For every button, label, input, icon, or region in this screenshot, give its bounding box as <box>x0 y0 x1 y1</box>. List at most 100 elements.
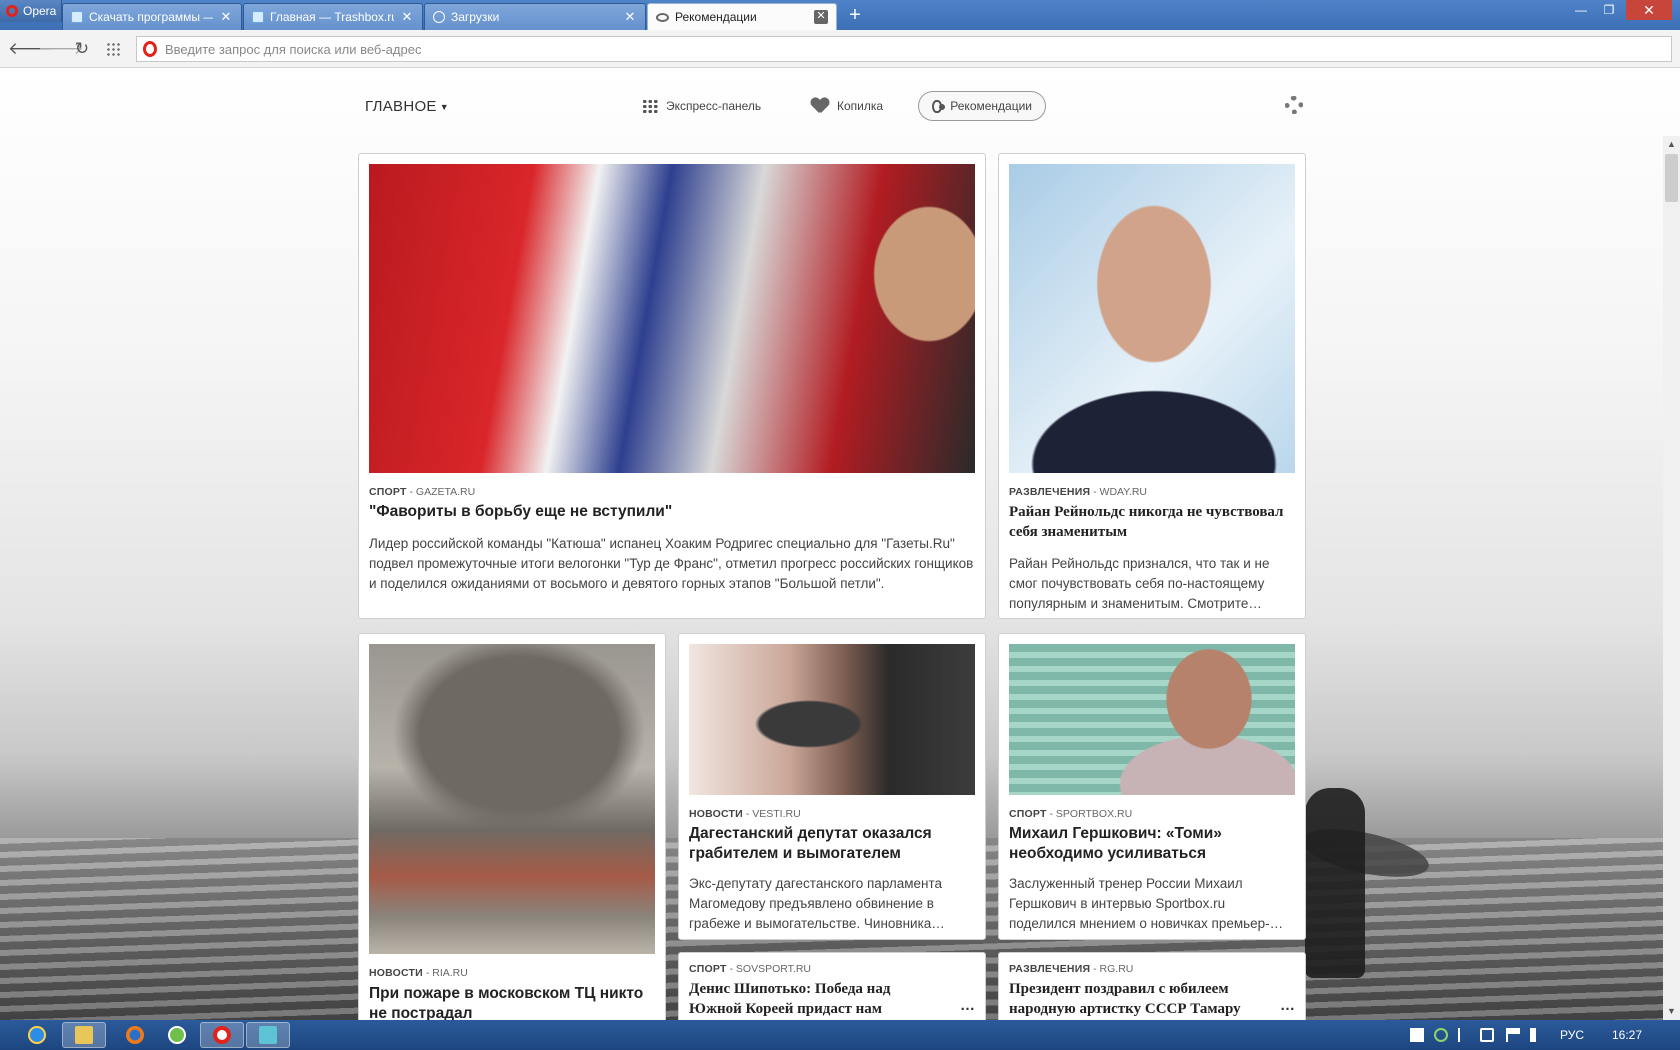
gear-icon[interactable] <box>1285 96 1303 114</box>
news-card[interactable]: СПОРТ - GAZETA.RU "Фавориты в борьбу еще… <box>358 153 986 619</box>
back-button[interactable]: 🡐 <box>8 38 54 60</box>
opera-icon <box>213 1026 231 1044</box>
news-title[interactable]: Дагестанский депутат оказался грабителем… <box>689 824 975 864</box>
volume-icon[interactable] <box>1530 1028 1544 1042</box>
taskbar-screen[interactable] <box>246 1022 290 1048</box>
bluetooth-icon[interactable] <box>1458 1028 1472 1042</box>
news-description: Заслуженный тренер России Михаил Гершков… <box>1009 876 1284 931</box>
minimize-button[interactable]: — <box>1568 0 1594 20</box>
news-category: СПОРТ <box>369 486 407 498</box>
tab-close-icon[interactable]: ✕ <box>219 10 233 24</box>
news-card[interactable]: СПОРТ - SOVSPORT.RU Денис Шипотько: Побе… <box>678 952 986 1020</box>
news-image-cyclist <box>369 164 975 473</box>
update-icon[interactable] <box>1434 1028 1448 1042</box>
news-title[interactable]: При пожаре в московском ТЦ никто не пост… <box>369 984 655 1020</box>
tab-close-icon[interactable]: ✕ <box>814 10 828 24</box>
address-input[interactable] <box>165 41 1565 57</box>
news-title[interactable]: Райан Рейнольдс никогда не чувствовал се… <box>1009 502 1295 542</box>
tab-downloads[interactable]: Загрузки ✕ <box>424 3 646 30</box>
opera-menu-label: Opera <box>23 4 57 18</box>
firefox-icon <box>126 1026 144 1044</box>
tab-close-icon[interactable]: ✕ <box>400 10 414 24</box>
utorrent-icon <box>168 1026 186 1044</box>
language-indicator[interactable]: РУС <box>1560 1020 1584 1050</box>
news-card[interactable]: НОВОСТИ - VESTI.RU Дагестанский депутат … <box>678 633 986 940</box>
tab-trashbox-downloads[interactable]: Скачать программы — Trashbox.ru ✕ <box>62 3 242 30</box>
close-window-button[interactable]: ✕ <box>1626 0 1672 20</box>
caret-down-icon: ▼ <box>439 102 449 113</box>
news-source: - GAZETA.RU <box>409 486 476 498</box>
news-title[interactable]: "Фавориты в борьбу еще не вступили" <box>369 502 975 522</box>
tab-title: Загрузки <box>451 10 500 24</box>
grid-icon <box>642 99 658 113</box>
news-title[interactable]: Президент поздравил с юбилеем народную а… <box>1009 979 1265 1019</box>
speed-dial-header: ГЛАВНОЕ ▼ Экспресс-панель Копилка Рекомен… <box>365 88 1305 128</box>
taskbar-utorrent[interactable] <box>152 1022 202 1048</box>
ie-icon <box>28 1026 46 1044</box>
news-description: Лидер российской команды "Катюша" испане… <box>369 536 974 591</box>
vertical-scrollbar[interactable]: ▲ ▼ <box>1663 136 1680 1020</box>
news-category: СПОРТ <box>1009 808 1047 820</box>
windows-taskbar: РУС 16:27 <box>0 1020 1680 1050</box>
speed-dial-grid-icon[interactable] <box>106 42 120 56</box>
tab-recommendations[interactable]: Рекомендации ✕ <box>647 3 837 30</box>
opera-menu-button[interactable]: Opera <box>0 0 62 22</box>
explorer-icon <box>75 1026 93 1044</box>
recommendations-page: ГЛАВНОЕ ▼ Экспресс-панель Копилка Рекомен… <box>0 68 1680 1020</box>
news-image-fire <box>369 644 655 954</box>
opera-logo-icon <box>6 5 18 17</box>
taskbar-ie[interactable] <box>12 1022 62 1048</box>
tab-title: Рекомендации <box>675 10 757 24</box>
taskbar-explorer[interactable] <box>62 1022 106 1048</box>
scroll-down-arrow-icon[interactable]: ▼ <box>1663 1003 1680 1020</box>
main-dropdown[interactable]: ГЛАВНОЕ ▼ <box>365 98 449 115</box>
restore-button[interactable]: ❐ <box>1596 0 1622 20</box>
news-meta: СПОРТ - GAZETA.RU <box>369 486 975 498</box>
news-meta: РАЗВЛЕЧЕНИЯ - RG.RU <box>1009 963 1295 975</box>
forward-button[interactable]: 🡒 <box>38 38 84 60</box>
news-title[interactable]: Денис Шипотько: Победа над Южной Кореей … <box>689 979 915 1019</box>
news-source: - SPORTBOX.RU <box>1049 808 1133 820</box>
recommendations-label: Рекомендации <box>950 99 1032 113</box>
news-description: Экс-депутату дагестанского парламента Ма… <box>689 876 945 931</box>
recommendations-link[interactable]: Рекомендации <box>918 91 1046 121</box>
tab-close-icon[interactable]: ✕ <box>623 10 637 24</box>
stash-link[interactable]: Копилка <box>798 91 896 121</box>
news-source: - SOVSPORT.RU <box>729 963 812 975</box>
news-description: Райан Рейнольдс признался, что так и не … <box>1009 556 1270 611</box>
eye-icon <box>932 99 946 113</box>
news-image-actor <box>1009 164 1295 473</box>
news-card[interactable]: НОВОСТИ - RIA.RU При пожаре в московском… <box>358 633 666 1020</box>
news-image-handcuffs <box>689 644 975 795</box>
express-panel-label: Экспресс-панель <box>666 99 762 113</box>
network-icon[interactable] <box>1480 1028 1494 1042</box>
opera-badge-icon <box>143 41 157 57</box>
news-meta: НОВОСТИ - RIA.RU <box>369 967 655 979</box>
new-tab-button[interactable]: + <box>844 5 866 27</box>
onenote-icon[interactable] <box>1410 1028 1424 1042</box>
scroll-up-arrow-icon[interactable]: ▲ <box>1663 136 1680 153</box>
more-ellipsis: … <box>1280 997 1295 1014</box>
news-meta: НОВОСТИ - VESTI.RU <box>689 808 975 820</box>
clock[interactable]: 16:27 <box>1612 1020 1642 1050</box>
tab-trashbox-main[interactable]: Главная — Trashbox.ru ✕ <box>243 3 423 30</box>
news-source: - VESTI.RU <box>745 808 801 820</box>
address-bar[interactable] <box>136 36 1672 62</box>
news-title[interactable]: Михаил Гершкович: «Томи» необходимо усил… <box>1009 824 1295 864</box>
flag-icon[interactable] <box>1506 1028 1520 1042</box>
taskbar-opera[interactable] <box>200 1022 244 1048</box>
express-panel-link[interactable]: Экспресс-панель <box>629 91 774 121</box>
trashbox-icon <box>252 11 264 23</box>
scroll-thumb[interactable] <box>1665 154 1678 202</box>
news-card[interactable]: РАЗВЛЕЧЕНИЯ - WDAY.RU Райан Рейнольдс ни… <box>998 153 1306 619</box>
heart-icon <box>811 98 829 114</box>
news-card[interactable]: РАЗВЛЕЧЕНИЯ - RG.RU Президент поздравил … <box>998 952 1306 1020</box>
navigation-bar: 🡐 🡒 ↻ <box>0 30 1680 68</box>
tab-title: Скачать программы — Trashbox.ru <box>89 10 213 24</box>
reload-button[interactable]: ↻ <box>71 38 93 60</box>
news-card[interactable]: СПОРТ - SPORTBOX.RU Михаил Гершкович: «Т… <box>998 633 1306 940</box>
tab-title: Главная — Trashbox.ru <box>270 10 394 24</box>
news-category: РАЗВЛЕЧЕНИЯ <box>1009 963 1091 975</box>
news-source: - WDAY.RU <box>1093 486 1147 498</box>
more-ellipsis: … <box>960 997 975 1014</box>
